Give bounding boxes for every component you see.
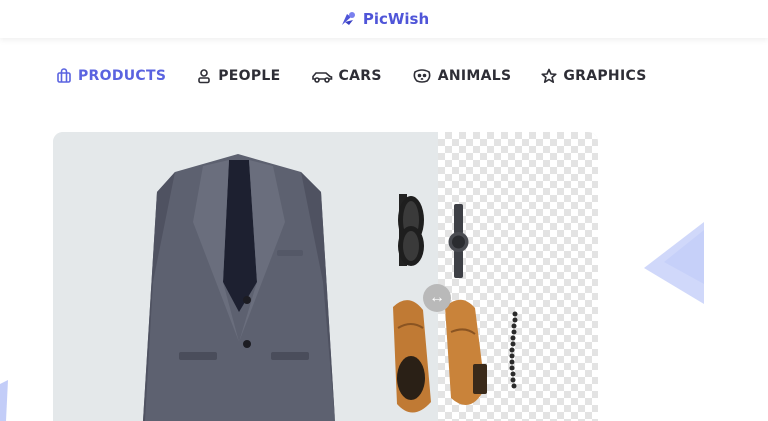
decorative-shape-left: [0, 380, 8, 421]
picwish-logo-icon: [341, 12, 355, 25]
category-tabs: PRODUCTS PEOPLE CARS ANIMALS GRAPHICS: [56, 68, 677, 84]
product-illustration: [143, 154, 518, 421]
tab-people[interactable]: PEOPLE: [196, 68, 280, 84]
star-icon: [541, 68, 557, 83]
drag-arrows-icon: ↔: [429, 289, 445, 306]
before-after-preview: ↔: [53, 132, 598, 421]
tab-cars[interactable]: CARS: [311, 68, 382, 84]
shopping-bag-icon: [57, 68, 71, 83]
compare-slider-handle[interactable]: ↔: [423, 284, 451, 312]
brand-name: PicWish: [362, 10, 430, 28]
tab-animals[interactable]: ANIMALS: [412, 68, 512, 84]
shoes-image: [393, 299, 487, 413]
animal-face-icon: [413, 69, 431, 83]
watch-image: [448, 204, 469, 278]
tab-products-label: PRODUCTS: [78, 68, 167, 84]
top-navigation-bar: PicWish: [0, 0, 768, 38]
car-icon: [311, 72, 332, 83]
tab-products[interactable]: PRODUCTS: [56, 68, 166, 84]
tab-people-label: PEOPLE: [218, 68, 281, 84]
sunglasses-image: [398, 194, 424, 266]
tab-graphics-label: GRAPHICS: [563, 68, 647, 84]
tab-graphics[interactable]: GRAPHICS: [541, 68, 646, 84]
brand-logo[interactable]: PicWish: [339, 10, 429, 28]
tab-animals-label: ANIMALS: [437, 68, 512, 84]
decorative-shape-right: [644, 222, 704, 304]
blazer-image: [143, 154, 335, 421]
tab-cars-label: CARS: [338, 68, 382, 84]
person-icon: [198, 69, 211, 84]
bracelet-image: [509, 311, 518, 389]
